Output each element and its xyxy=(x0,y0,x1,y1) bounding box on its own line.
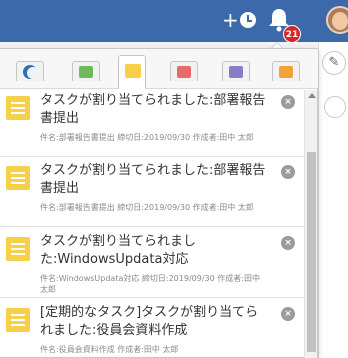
notification-popup: タスクが割り当てられました:部署報告書提出 件名:部署報告書提出 締切日:201… xyxy=(0,48,318,358)
close-icon[interactable]: × xyxy=(281,165,295,179)
scroll-thumb[interactable] xyxy=(307,152,316,352)
scroll-up-icon[interactable] xyxy=(308,93,316,98)
notification-meta: 件名:役員会資料作成 作成者:田中 太郎 xyxy=(40,345,179,354)
tab-calendar-purple[interactable] xyxy=(222,61,250,81)
calendar-green-icon xyxy=(79,66,93,78)
notification-title[interactable]: タスクが割り当てられました:部署報告書提出 xyxy=(40,92,270,128)
tab-note-orange[interactable] xyxy=(272,61,300,81)
task-icon xyxy=(6,308,30,332)
notification-count-badge: 21 xyxy=(283,25,301,43)
divider xyxy=(0,297,304,298)
task-icon xyxy=(6,96,30,120)
edit-icon[interactable]: ✎ xyxy=(322,51,346,75)
calendar-red-icon xyxy=(177,66,191,78)
tab-moon[interactable] xyxy=(16,61,44,81)
notification-title[interactable]: タスクが割り当てられました:WindowsUpdata対応 xyxy=(40,233,270,269)
close-icon[interactable]: × xyxy=(281,307,295,321)
notification-scrollbar[interactable] xyxy=(304,90,317,358)
tab-calendar-green[interactable] xyxy=(72,61,100,81)
task-icon xyxy=(6,237,30,261)
notification-meta: 件名:WindowsUpdata対応 締切日:2019/09/30 作成者:田中… xyxy=(40,274,260,294)
notification-title[interactable]: タスクが割り当てられました:部署報告書提出 xyxy=(40,162,270,198)
notification-meta: 件名:部署報告書提出 締切日:2019/09/30 作成者:田中 太郎 xyxy=(40,133,254,142)
background-right-panel xyxy=(318,42,348,358)
notification-category-tabs xyxy=(0,49,318,89)
clock-icon xyxy=(239,12,256,28)
add-schedule-button[interactable]: + xyxy=(222,9,256,31)
background-circle-button[interactable] xyxy=(324,96,346,118)
tab-task-list[interactable] xyxy=(118,55,146,89)
close-icon[interactable]: × xyxy=(281,95,295,109)
calendar-purple-icon xyxy=(229,66,243,78)
user-avatar[interactable] xyxy=(326,6,348,34)
moon-icon xyxy=(23,65,39,79)
tab-calendar-red[interactable] xyxy=(170,61,198,81)
divider xyxy=(0,226,304,227)
plus-icon: + xyxy=(222,8,239,32)
notification-title[interactable]: [定期的なタスク]タスクが割り当てられました:役員会資料作成 xyxy=(40,304,270,340)
notification-meta: 件名:部署報告書提出 締切日:2019/09/30 作成者:田中 太郎 xyxy=(40,203,254,212)
task-icon xyxy=(6,166,30,190)
note-orange-icon xyxy=(279,66,293,78)
task-list-icon xyxy=(125,64,141,78)
notification-list: タスクが割り当てられました:部署報告書提出 件名:部署報告書提出 締切日:201… xyxy=(0,90,304,358)
divider xyxy=(0,156,304,157)
close-icon[interactable]: × xyxy=(281,236,295,250)
avatar-face xyxy=(332,12,348,30)
